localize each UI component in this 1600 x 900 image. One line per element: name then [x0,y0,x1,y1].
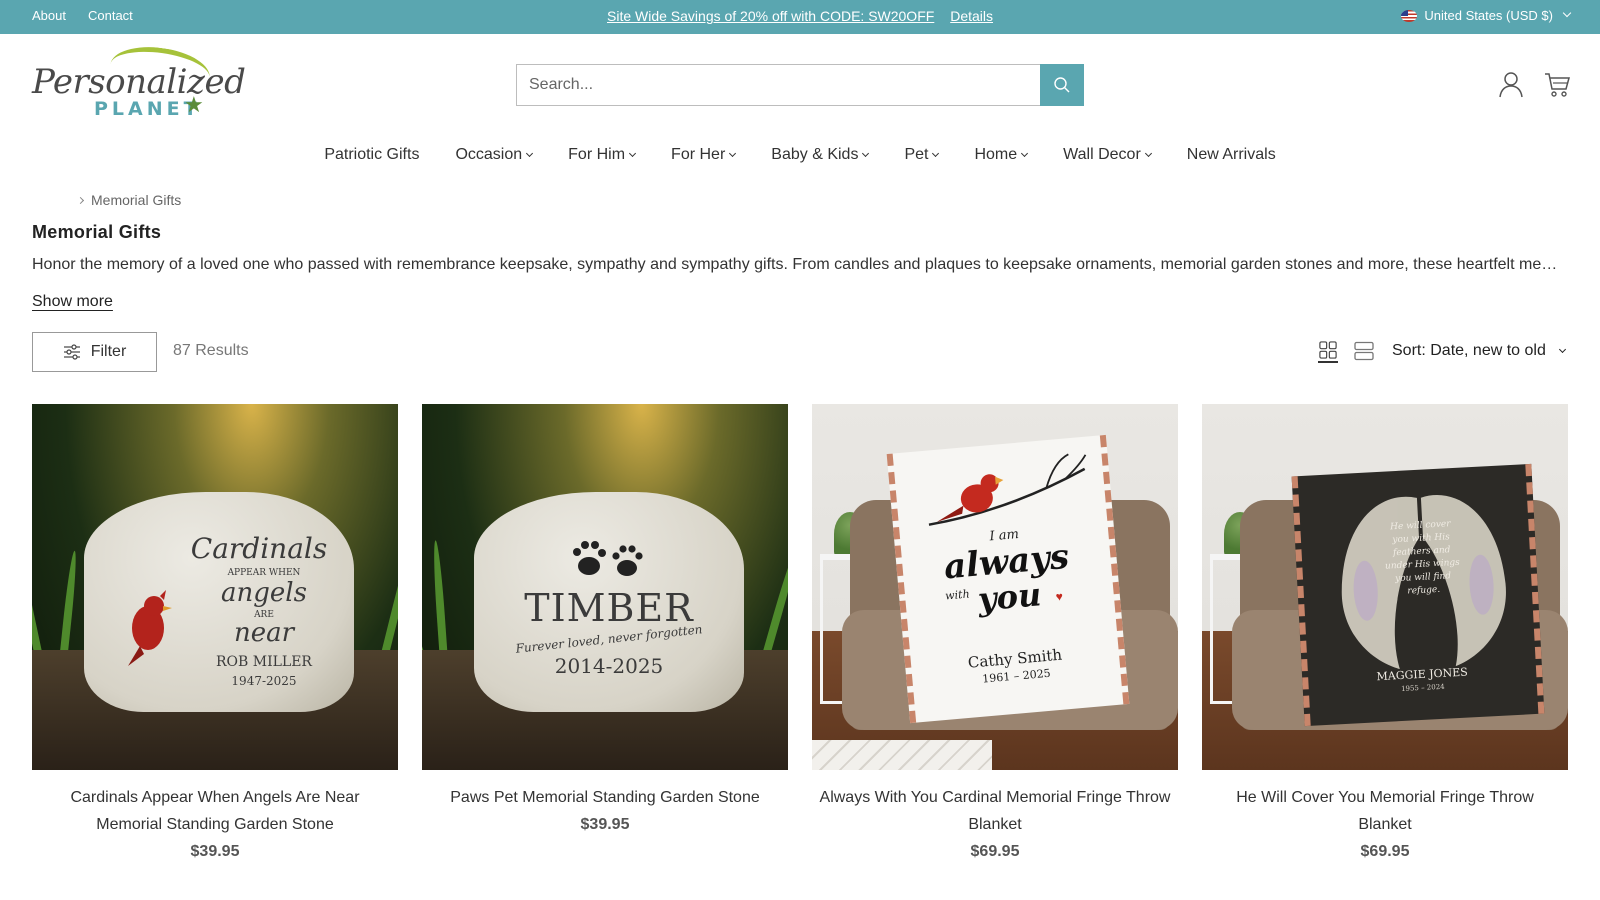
nav-label: Baby & Kids [771,146,859,163]
chevron-down-icon [526,149,534,157]
stone-line: angels [221,578,307,608]
nav-item-home[interactable]: Home [974,146,1029,164]
search-bar [516,64,1084,106]
product-price: $39.95 [580,816,630,833]
nav-item-wall-decor[interactable]: Wall Decor [1063,146,1152,164]
chevron-down-icon [629,149,637,157]
promo-banner: Site Wide Savings of 20% off with CODE: … [0,8,1600,24]
product-card[interactable]: TIMBER Furever loved, never forgotten 20… [422,404,788,865]
nav-item-baby-kids[interactable]: Baby & Kids [771,146,870,164]
product-price: $69.95 [1360,843,1410,860]
nav-label: New Arrivals [1186,146,1276,163]
product-image[interactable]: He will cover you with His feathers and … [1202,404,1568,770]
results-count: 87 Results [173,342,249,359]
announcement-bar: About Contact Site Wide Savings of 20% o… [0,0,1600,34]
chevron-down-icon [1021,149,1029,157]
memorial-stone: TIMBER Furever loved, never forgotten 20… [474,492,744,712]
nav-item-for-him[interactable]: For Him [568,146,637,164]
cardinal-branch-icon [928,453,1087,526]
nav-item-new-arrivals[interactable]: New Arrivals [1187,146,1276,164]
product-title[interactable]: Always With You Cardinal Memorial Fringe… [812,784,1178,838]
nav-item-for-her[interactable]: For Her [671,146,737,164]
list-view-icon[interactable] [1354,341,1374,361]
us-flag-icon [1401,9,1418,22]
stone-line: Cardinals [190,532,328,565]
product-title[interactable]: Paws Pet Memorial Standing Garden Stone [422,784,788,811]
stone-line: ROB MILLER [216,654,312,670]
logo-star-icon: ★ [184,92,204,117]
stone-line: 1947-2025 [231,674,297,688]
collection-description: Honor the memory of a loved one who pass… [32,256,1568,273]
chevron-down-icon [1144,149,1152,157]
sort-dropdown[interactable]: Sort: Date, new to old [1392,342,1567,360]
product-card[interactable]: Cardinals APPEAR WHEN angels ARE near RO… [32,404,398,865]
nav-label: Home [974,146,1018,163]
nav-label: Occasion [455,146,523,163]
search-input[interactable] [516,64,1040,106]
logo-script-text: Personalized [32,62,246,102]
nav-label: Wall Decor [1063,146,1141,163]
product-price: $69.95 [970,843,1020,860]
product-image[interactable]: Cardinals APPEAR WHEN angels ARE near RO… [32,404,398,770]
filter-button[interactable]: Filter [32,332,157,372]
filter-sliders-icon [63,344,80,360]
chevron-right-icon [76,196,85,204]
nav-item-occasion[interactable]: Occasion [455,146,534,164]
product-card[interactable]: He will cover you with His feathers and … [1202,404,1568,865]
product-image[interactable]: TIMBER Furever loved, never forgotten 20… [422,404,788,770]
throw-blanket: He will cover you with His feathers and … [1291,463,1545,727]
site-logo[interactable]: Personalized PLANET ★ [32,41,246,122]
breadcrumb-current: Memorial Gifts [91,192,182,208]
currency-selector[interactable]: United States (USD $) [1401,8,1572,23]
header-actions [1498,70,1570,98]
search-button[interactable] [1040,64,1084,106]
throw-blanket: I am always with you ♥ Cathy Smith 1961 … [886,434,1130,724]
account-icon[interactable] [1498,70,1524,98]
promo-text-link[interactable]: Site Wide Savings of 20% off with CODE: … [607,8,934,24]
chevron-down-icon [862,149,870,157]
paw-prints-icon [573,541,643,576]
nav-item-pet[interactable]: Pet [904,146,940,164]
product-grid: Cardinals APPEAR WHEN angels ARE near RO… [32,404,1568,865]
filter-label: Filter [90,343,127,360]
product-image[interactable]: I am always with you ♥ Cathy Smith 1961 … [812,404,1178,770]
product-card[interactable]: I am always with you ♥ Cathy Smith 1961 … [812,404,1178,865]
show-more-link[interactable]: Show more [32,293,113,311]
page-title: Memorial Gifts [32,222,162,242]
cart-icon[interactable] [1544,70,1570,98]
rug-decor [812,740,992,770]
grid-view-icon[interactable] [1318,341,1338,363]
nav-item-patriotic-gifts[interactable]: Patriotic Gifts [324,146,419,164]
nav-label: For Her [671,146,726,163]
memorial-stone: Cardinals APPEAR WHEN angels ARE near RO… [84,492,354,712]
product-title[interactable]: He Will Cover You Memorial Fringe Throw … [1202,784,1568,838]
breadcrumb: Memorial Gifts [76,192,182,208]
chevron-down-icon [729,149,737,157]
sort-label: Sort: Date, new to old [1392,342,1546,359]
blanket-verse: He will cover you with His feathers and … [1384,519,1461,597]
heart-icon: ♥ [1055,589,1064,604]
currency-label: United States (USD $) [1424,8,1553,23]
chevron-down-icon [932,149,940,157]
chevron-down-icon [1562,8,1572,17]
nav-label: Patriotic Gifts [324,146,420,163]
nav-label: For Him [568,146,626,163]
stone-line: 2014-2025 [554,654,664,678]
stone-line: APPEAR WHEN [227,568,301,578]
nav-label: Pet [904,146,929,163]
search-icon [1054,77,1070,93]
chevron-down-icon [1559,345,1567,354]
product-price: $39.95 [190,843,240,860]
product-title[interactable]: Cardinals Appear When Angels Are Near Me… [32,784,398,838]
main-nav: Patriotic Gifts Occasion For Him For Her… [0,146,1600,164]
promo-details-link[interactable]: Details [950,8,993,24]
stone-line: near [233,618,295,648]
